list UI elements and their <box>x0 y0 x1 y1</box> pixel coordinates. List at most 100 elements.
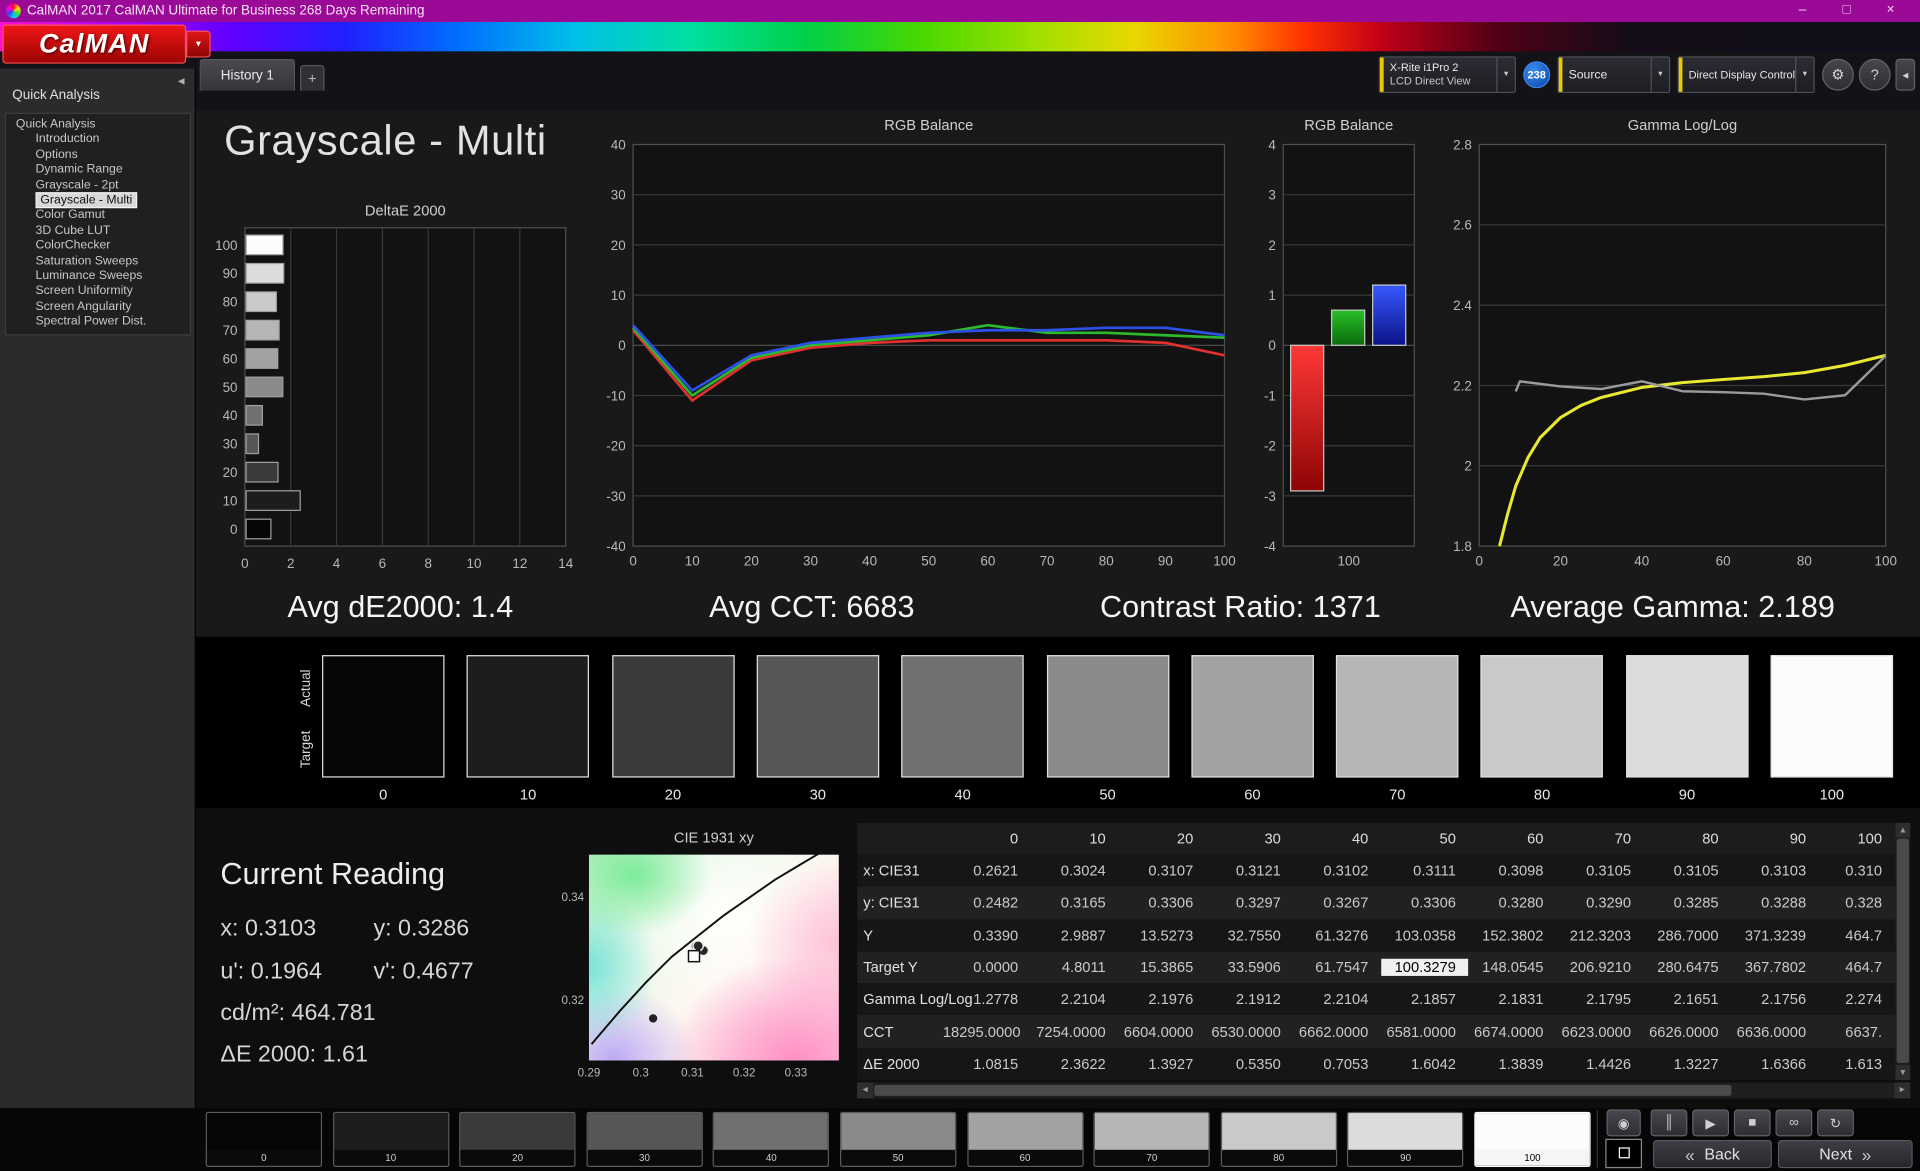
table-cell[interactable]: 0.7053 <box>1293 1055 1381 1072</box>
table-cell[interactable]: 1.0815 <box>943 1055 1031 1072</box>
sidebar-item-options[interactable]: Options <box>6 148 190 163</box>
table-cell[interactable]: 371.3239 <box>1731 927 1819 944</box>
table-cell[interactable]: 0.3102 <box>1293 862 1381 879</box>
table-cell[interactable]: 2.1857 <box>1381 991 1469 1008</box>
table-cell[interactable]: 152.3802 <box>1468 927 1556 944</box>
scroll-left-arrow[interactable]: ◄ <box>857 1082 873 1098</box>
table-cell[interactable]: 6581.0000 <box>1381 1023 1469 1040</box>
sidebar-item-grayscale-multi[interactable]: Grayscale - Multi <box>6 194 190 209</box>
table-cell[interactable]: 0.3121 <box>1206 862 1294 879</box>
table-cell[interactable]: 0.2482 <box>943 894 1031 911</box>
table-cell[interactable]: 32.7550 <box>1206 927 1294 944</box>
add-tab-button[interactable]: + <box>300 65 324 91</box>
table-cell[interactable]: 0.3306 <box>1118 894 1206 911</box>
sidebar-item-screen-angularity[interactable]: Screen Angularity <box>6 300 190 315</box>
help-button[interactable]: ? <box>1859 59 1891 91</box>
table-cell[interactable]: 0.3280 <box>1468 894 1556 911</box>
table-cell[interactable]: 0.5350 <box>1206 1055 1294 1072</box>
table-cell[interactable]: 286.7000 <box>1643 927 1731 944</box>
table-cell[interactable]: 2.1831 <box>1468 991 1556 1008</box>
table-horizontal-scrollbar[interactable]: ◄ ► <box>857 1082 1910 1098</box>
stop-button[interactable]: ■ <box>1734 1109 1771 1136</box>
table-cell[interactable]: 6604.0000 <box>1118 1023 1206 1040</box>
table-cell[interactable]: 0.2621 <box>943 862 1031 879</box>
maximize-button[interactable]: □ <box>1826 0 1868 22</box>
table-cell[interactable]: 0.3306 <box>1381 894 1469 911</box>
table-cell[interactable]: 2.3622 <box>1030 1055 1118 1072</box>
table-cell[interactable]: 2.1912 <box>1206 991 1294 1008</box>
horizontal-scroll-thumb[interactable] <box>874 1085 1731 1096</box>
table-vertical-scrollbar[interactable]: ▲ ▼ <box>1896 823 1911 1080</box>
table-cell[interactable]: 0.3103 <box>1731 862 1819 879</box>
calman-logo[interactable]: CalMAN ▼ <box>2 24 215 63</box>
pattern-level-button-0[interactable]: 0 <box>206 1112 322 1167</box>
table-cell[interactable]: 1.6366 <box>1731 1055 1819 1072</box>
pattern-level-button-50[interactable]: 50 <box>840 1112 956 1167</box>
sidebar-item-spectral-power-dist[interactable]: Spectral Power Dist. <box>6 315 190 330</box>
sidebar-item-grayscale-2pt[interactable]: Grayscale - 2pt <box>6 178 190 193</box>
table-cell[interactable]: 1.2778 <box>943 991 1031 1008</box>
pattern-level-button-30[interactable]: 30 <box>586 1112 702 1167</box>
table-cell[interactable]: 13.5273 <box>1118 927 1206 944</box>
table-cell[interactable]: 0.3105 <box>1556 862 1644 879</box>
table-cell[interactable]: 0.3111 <box>1381 862 1469 879</box>
sidebar-item-color-gamut[interactable]: Color Gamut <box>6 209 190 224</box>
sidebar-item-dynamic-range[interactable]: Dynamic Range <box>6 163 190 178</box>
table-cell[interactable]: 0.3297 <box>1206 894 1294 911</box>
source-dropdown[interactable]: Source ▼ <box>1558 56 1671 93</box>
logo-dropdown-button[interactable]: ▼ <box>186 31 210 58</box>
table-cell[interactable]: 61.3276 <box>1293 927 1381 944</box>
table-cell[interactable]: 0.3267 <box>1293 894 1381 911</box>
table-cell[interactable]: 4.8011 <box>1030 959 1118 976</box>
table-cell[interactable]: 0.3107 <box>1118 862 1206 879</box>
sidebar-item-quick-analysis[interactable]: Quick Analysis <box>6 118 190 133</box>
pattern-level-button-40[interactable]: 40 <box>713 1112 829 1167</box>
table-cell[interactable]: 2.1756 <box>1731 991 1819 1008</box>
table-cell[interactable]: 1.3839 <box>1468 1055 1556 1072</box>
pattern-level-button-20[interactable]: 20 <box>459 1112 575 1167</box>
table-cell[interactable]: 100.3279 <box>1381 959 1469 976</box>
table-cell[interactable]: 0.3165 <box>1030 894 1118 911</box>
table-cell[interactable]: 2.1976 <box>1118 991 1206 1008</box>
sidebar-item-colorchecker[interactable]: ColorChecker <box>6 239 190 254</box>
play-button[interactable]: ▶ <box>1692 1109 1729 1136</box>
loop-button[interactable]: ∞ <box>1776 1109 1813 1136</box>
pattern-level-button-90[interactable]: 90 <box>1347 1112 1463 1167</box>
table-cell[interactable]: 2.274 <box>1818 991 1887 1008</box>
table-cell[interactable]: 103.0358 <box>1381 927 1469 944</box>
table-cell[interactable]: 0.3285 <box>1643 894 1731 911</box>
table-cell[interactable]: 464.7 <box>1818 959 1887 976</box>
display-control-dropdown[interactable]: Direct Display Control ▼ <box>1678 56 1815 93</box>
back-button[interactable]: « Back <box>1653 1140 1772 1168</box>
table-cell[interactable]: 7254.0000 <box>1030 1023 1118 1040</box>
table-cell[interactable]: 2.1651 <box>1643 991 1731 1008</box>
table-cell[interactable]: 6674.0000 <box>1468 1023 1556 1040</box>
table-cell[interactable]: 0.3390 <box>943 927 1031 944</box>
pattern-level-button-70[interactable]: 70 <box>1094 1112 1210 1167</box>
table-cell[interactable]: 1.6042 <box>1381 1055 1469 1072</box>
pattern-level-button-60[interactable]: 60 <box>967 1112 1083 1167</box>
table-cell[interactable]: 6623.0000 <box>1556 1023 1644 1040</box>
table-cell[interactable]: 6662.0000 <box>1293 1023 1381 1040</box>
table-cell[interactable]: 212.3203 <box>1556 927 1644 944</box>
settings-button[interactable]: ⚙ <box>1822 59 1854 91</box>
table-cell[interactable]: 61.7547 <box>1293 959 1381 976</box>
pause-button[interactable]: ║ <box>1651 1109 1688 1136</box>
table-cell[interactable]: 0.310 <box>1818 862 1887 879</box>
table-cell[interactable]: 6636.0000 <box>1731 1023 1819 1040</box>
table-cell[interactable]: 2.2104 <box>1293 991 1381 1008</box>
pattern-level-button-10[interactable]: 10 <box>333 1112 449 1167</box>
vertical-scroll-thumb[interactable] <box>1897 839 1909 1063</box>
panel-collapse-button[interactable]: ◄ <box>1896 59 1916 91</box>
table-cell[interactable]: 0.3098 <box>1468 862 1556 879</box>
table-cell[interactable]: 1.3227 <box>1643 1055 1731 1072</box>
meter-dropdown[interactable]: X-Rite i1Pro 2 LCD Direct View ▼ <box>1379 56 1516 93</box>
table-cell[interactable]: 18295.0000 <box>943 1023 1031 1040</box>
table-cell[interactable]: 2.2104 <box>1030 991 1118 1008</box>
table-cell[interactable]: 148.0545 <box>1468 959 1556 976</box>
pattern-preview[interactable] <box>1605 1139 1642 1168</box>
table-cell[interactable]: 6637. <box>1818 1023 1887 1040</box>
table-cell[interactable]: 33.5906 <box>1206 959 1294 976</box>
table-cell[interactable]: 464.7 <box>1818 927 1887 944</box>
table-cell[interactable]: 15.3865 <box>1118 959 1206 976</box>
